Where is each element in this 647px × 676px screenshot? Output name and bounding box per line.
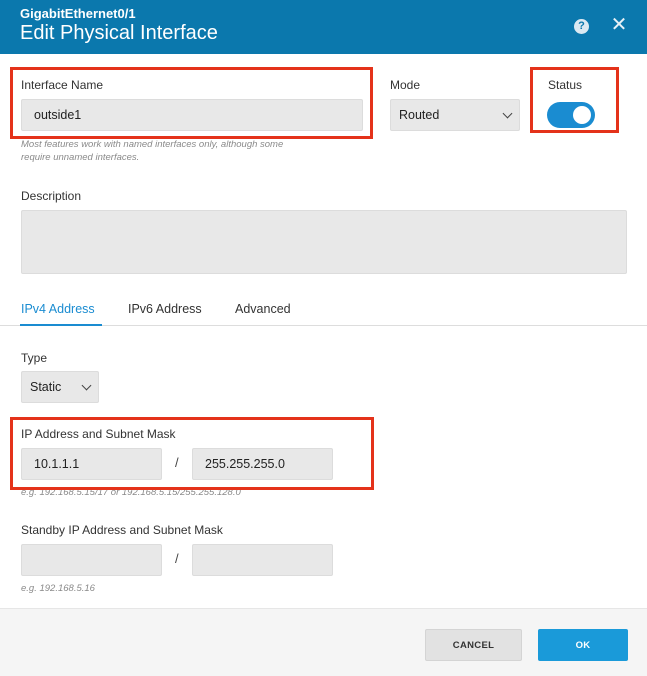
cancel-button[interactable]: CANCEL (425, 629, 522, 661)
type-select[interactable]: Static (21, 371, 99, 403)
highlight-box-status (530, 67, 619, 133)
tab-ipv4-address[interactable]: IPv4 Address (21, 302, 95, 316)
close-icon[interactable]: ✕ (608, 14, 630, 36)
type-selected-value: Static (30, 380, 62, 394)
interface-name-hint-line2: require unnamed interfaces. (21, 152, 140, 163)
mode-label: Mode (390, 78, 421, 92)
standby-ip-separator: / (175, 551, 179, 566)
standby-ip-hint: e.g. 192.168.5.16 (21, 583, 95, 594)
mode-select[interactable]: Routed (390, 99, 520, 131)
description-label: Description (21, 189, 82, 203)
chevron-down-icon (502, 108, 513, 118)
dialog-title: Edit Physical Interface (20, 22, 218, 44)
active-tab-indicator (20, 324, 102, 326)
standby-ip-label: Standby IP Address and Subnet Mask (21, 523, 223, 537)
address-tabs: IPv4 Address IPv6 Address Advanced (0, 296, 647, 326)
highlight-box-ip-address (10, 417, 374, 490)
mode-selected-value: Routed (399, 108, 440, 122)
chevron-down-icon (81, 380, 92, 390)
ok-button[interactable]: OK (538, 629, 628, 661)
dialog-footer: CANCEL OK (0, 608, 647, 676)
interface-name-hint-line1: Most features work with named interfaces… (21, 139, 284, 150)
description-textarea[interactable] (21, 210, 627, 274)
type-label: Type (21, 351, 48, 365)
tab-advanced[interactable]: Advanced (235, 302, 291, 316)
standby-ip-address-input[interactable] (21, 544, 162, 576)
highlight-box-interface-name (10, 67, 373, 139)
tab-ipv6-address[interactable]: IPv6 Address (128, 302, 202, 316)
dialog-header: GigabitEthernet0/1 Edit Physical Interfa… (0, 0, 647, 54)
question-circle-icon[interactable]: ? (574, 19, 589, 34)
interface-id: GigabitEthernet0/1 (20, 6, 136, 21)
standby-subnet-mask-input[interactable] (192, 544, 333, 576)
